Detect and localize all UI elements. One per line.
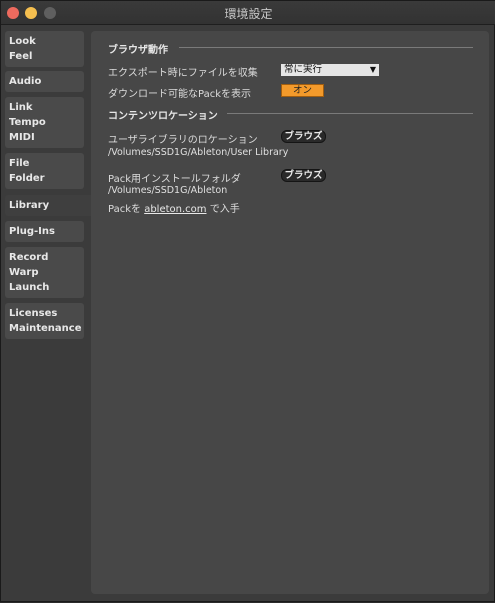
section-header-browser: ブラウザ動作 [108, 45, 168, 56]
tab-label: Licenses [9, 308, 58, 319]
tab-label: Tempo [9, 117, 46, 128]
preferences-sidebar: Look Feel Audio Link Tempo MIDI File Fol… [1, 25, 91, 603]
user-library-browse-button[interactable]: ブラウズ [281, 130, 326, 143]
pack-folder-label: Pack用インストールフォルダ [108, 174, 241, 185]
tab-library[interactable]: Library [5, 195, 91, 216]
show-packs-label: ダウンロード可能なPackを表示 [108, 89, 251, 100]
pack-hint-suffix: で入手 [209, 204, 240, 215]
show-packs-toggle[interactable]: オン [281, 84, 324, 97]
tab-look-feel[interactable]: Look Feel [5, 31, 84, 67]
tab-label: Folder [9, 173, 45, 184]
pack-folder-path: /Volumes/SSD1G/Ableton [108, 185, 228, 196]
window-title: 環境設定 [224, 7, 273, 21]
tab-audio[interactable]: Audio [5, 71, 84, 92]
pack-download-hint: Packを ableton.com で入手 [108, 200, 240, 215]
section-divider [227, 113, 473, 114]
title-bar: 環境設定 [1, 1, 495, 25]
section-divider [179, 47, 473, 48]
tab-link-tempo-midi[interactable]: Link Tempo MIDI [5, 97, 84, 148]
preferences-window: 環境設定 Look Feel Audio Link Tempo MIDI Fil… [0, 0, 495, 602]
tab-label: Record [9, 252, 49, 263]
tab-label: Audio [9, 76, 42, 87]
tab-label: MIDI [9, 132, 35, 143]
tab-label: File [9, 158, 30, 169]
tab-label: Look [9, 36, 36, 47]
ableton-com-link[interactable]: ableton.com [144, 204, 206, 215]
tab-file-folder[interactable]: File Folder [5, 153, 84, 189]
tab-label: Library [9, 200, 50, 211]
tab-label: Maintenance [9, 323, 82, 334]
tab-plug-ins[interactable]: Plug-Ins [5, 221, 84, 242]
chevron-down-icon: ▼ [369, 65, 376, 74]
pack-hint-prefix: Packを [108, 204, 141, 215]
pack-folder-browse-button[interactable]: ブラウズ [281, 169, 326, 182]
tab-label: Feel [9, 51, 33, 62]
tab-label: Warp [9, 267, 39, 278]
tab-record-warp-launch[interactable]: Record Warp Launch [5, 247, 84, 298]
export-collect-value: 常に実行 [284, 64, 323, 75]
export-collect-label: エクスポート時にファイルを収集 [108, 68, 258, 79]
user-library-path: /Volumes/SSD1G/Ableton/User Library [108, 147, 289, 158]
tab-label: Link [9, 102, 33, 113]
library-preferences-panel: ブラウザ動作 エクスポート時にファイルを収集 常に実行 ▼ ダウンロード可能なP… [91, 31, 489, 594]
tab-label: Launch [9, 282, 50, 293]
tab-licenses-maintenance[interactable]: Licenses Maintenance [5, 303, 84, 339]
tab-label: Plug-Ins [9, 226, 55, 237]
export-collect-select[interactable]: 常に実行 ▼ [281, 64, 379, 76]
user-library-label: ユーザライブラリのロケーション [108, 135, 258, 146]
section-header-content-locations: コンテンツロケーション [108, 111, 218, 122]
